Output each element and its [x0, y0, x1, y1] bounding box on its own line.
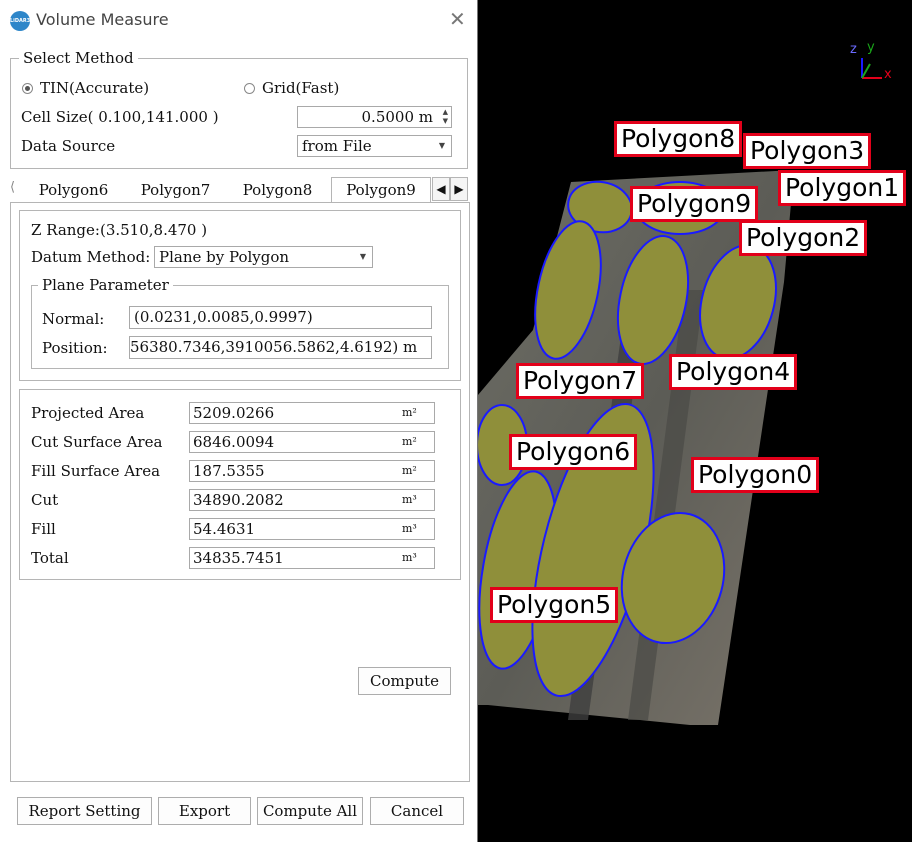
- label-polygon6: Polygon6: [509, 434, 638, 470]
- label-polygon1: Polygon1: [778, 170, 907, 206]
- result-unit: m³: [402, 522, 417, 535]
- result-label: Fill Surface Area: [31, 462, 161, 480]
- position-value: 56380.7346,3910056.5862,4.6192) m: [130, 338, 418, 356]
- result-label: Projected Area: [31, 404, 145, 422]
- axis-z-label: z: [850, 42, 857, 57]
- axis-x-label: x: [884, 67, 892, 82]
- title-bar: LiDAR360 Volume Measure ✕: [0, 0, 478, 40]
- result-value: 6846.0094: [193, 433, 275, 451]
- tab-polygon7[interactable]: Polygon7: [128, 178, 223, 202]
- result-unit: m²: [402, 464, 417, 477]
- select-method-legend: Select Method: [19, 49, 138, 67]
- label-polygon7: Polygon7: [516, 363, 645, 399]
- cell-size-spinbox[interactable]: 0.5000 m ▲ ▼: [297, 106, 452, 128]
- result-value-field[interactable]: 34835.7451 m³: [189, 547, 435, 569]
- data-source-value: from File: [302, 137, 372, 155]
- window-title: Volume Measure: [36, 10, 169, 29]
- tab-polygon6[interactable]: Polygon6: [26, 178, 121, 202]
- result-label: Cut: [31, 491, 59, 509]
- result-label: Total: [31, 549, 69, 567]
- axis-indicator: [861, 58, 882, 79]
- tab-polygon9[interactable]: Polygon9: [331, 177, 431, 203]
- compute-button[interactable]: Compute: [358, 667, 451, 695]
- position-field[interactable]: 56380.7346,3910056.5862,4.6192) m: [129, 336, 432, 359]
- label-polygon3: Polygon3: [743, 133, 872, 169]
- datum-method-value: Plane by Polygon: [159, 248, 290, 266]
- normal-field[interactable]: (0.0231,0.0085,0.9997): [129, 306, 432, 329]
- tab-next-arrow-icon[interactable]: ▶: [450, 177, 468, 201]
- result-unit: m³: [402, 551, 417, 564]
- result-value: 54.4631: [193, 520, 256, 538]
- datum-method-label: Datum Method:: [31, 248, 151, 266]
- result-label: Cut Surface Area: [31, 433, 163, 451]
- export-button[interactable]: Export: [158, 797, 251, 825]
- position-label: Position:: [42, 339, 108, 357]
- cell-size-label: Cell Size( 0.100,141.000 ): [21, 108, 219, 126]
- result-value-field[interactable]: 5209.0266 m²: [189, 402, 435, 424]
- grid-radio[interactable]: [244, 83, 255, 94]
- result-value-field[interactable]: 187.5355 m²: [189, 460, 435, 482]
- data-source-combo[interactable]: from File ▼: [297, 135, 452, 157]
- label-polygon5: Polygon5: [490, 587, 619, 623]
- data-source-label: Data Source: [21, 137, 116, 155]
- result-value-field[interactable]: 34890.2082 m³: [189, 489, 435, 511]
- tin-radio-label[interactable]: TIN(Accurate): [40, 79, 149, 97]
- z-range-label: Z Range:(3.510,8.470 ): [31, 221, 208, 239]
- tab-scroll-edge-icon: ⟨: [10, 180, 16, 195]
- result-unit: m²: [402, 406, 417, 419]
- result-value: 34835.7451: [193, 549, 284, 567]
- result-value: 5209.0266: [193, 404, 275, 422]
- chevron-down-icon: ▼: [438, 141, 445, 150]
- report-setting-button[interactable]: Report Setting: [17, 797, 152, 825]
- label-polygon2: Polygon2: [739, 220, 868, 256]
- datum-method-combo[interactable]: Plane by Polygon ▼: [154, 246, 373, 268]
- result-value-field[interactable]: 6846.0094 m²: [189, 431, 435, 453]
- result-value: 187.5355: [193, 462, 265, 480]
- tab-prev-arrow-icon[interactable]: ◀: [432, 177, 450, 201]
- grid-radio-label[interactable]: Grid(Fast): [262, 79, 339, 97]
- result-label: Fill: [31, 520, 56, 538]
- plane-parameter-legend: Plane Parameter: [38, 276, 173, 294]
- tab-polygon8[interactable]: Polygon8: [230, 178, 325, 202]
- axis-y-label: y: [867, 40, 875, 55]
- normal-value: (0.0231,0.0085,0.9997): [134, 308, 313, 326]
- spin-arrows-icon[interactable]: ▲ ▼: [443, 108, 448, 126]
- chevron-down-icon: ▼: [359, 252, 366, 261]
- close-icon[interactable]: ✕: [449, 7, 466, 31]
- compute-all-button[interactable]: Compute All: [257, 797, 363, 825]
- point-cloud-viewport[interactable]: z y x Polygon8 Polygon3 Polygon1 Polygon…: [478, 0, 912, 842]
- label-polygon0: Polygon0: [691, 457, 820, 493]
- cancel-button[interactable]: Cancel: [370, 797, 464, 825]
- volume-measure-dialog: LiDAR360 Volume Measure ✕ Select Method …: [0, 0, 478, 842]
- result-unit: m²: [402, 435, 417, 448]
- result-value-field[interactable]: 54.4631 m³: [189, 518, 435, 540]
- tin-radio[interactable]: [22, 83, 33, 94]
- cell-size-value: 0.5000 m: [361, 108, 433, 126]
- normal-label: Normal:: [42, 310, 105, 328]
- label-polygon4: Polygon4: [669, 354, 798, 390]
- result-value: 34890.2082: [193, 491, 284, 509]
- result-unit: m³: [402, 493, 417, 506]
- polygon-tabs: ⟨ Polygon6 Polygon7 Polygon8 Polygon9 ◀ …: [10, 177, 470, 203]
- label-polygon9: Polygon9: [630, 186, 759, 222]
- label-polygon8: Polygon8: [614, 121, 743, 157]
- app-logo-icon: LiDAR360: [10, 11, 30, 31]
